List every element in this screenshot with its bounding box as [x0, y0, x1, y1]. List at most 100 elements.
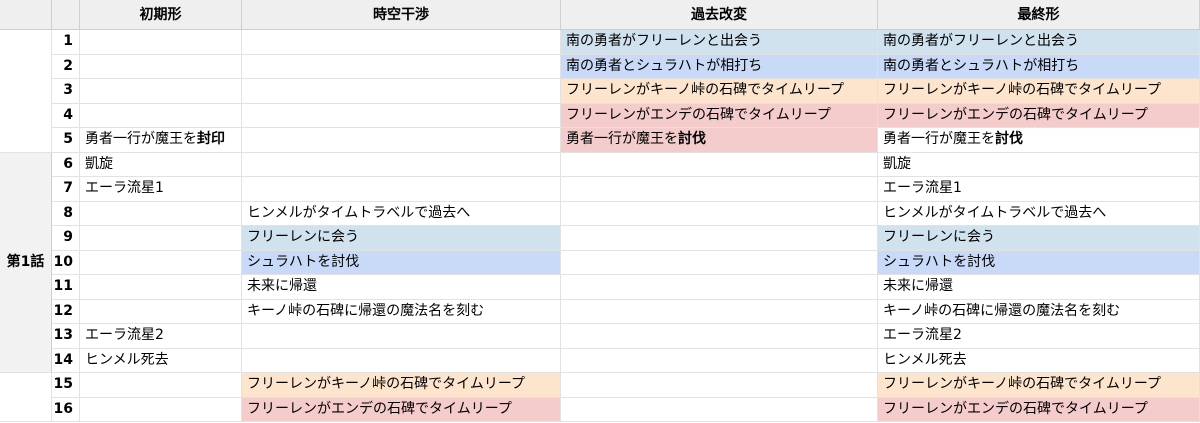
cell-text: フリーレンがキーノ峠の石碑でタイムリープ [566, 82, 845, 98]
table-cell[interactable]: エーラ流星1 [80, 177, 242, 202]
column-header[interactable]: 初期形 [80, 0, 242, 30]
cell-text: ヒンメル死去 [883, 351, 967, 368]
table-cell[interactable] [80, 30, 242, 55]
table-cell[interactable]: シュラハトを討伐 [242, 250, 561, 275]
table-cell[interactable] [561, 373, 878, 398]
table-cell[interactable]: 凱旋 [878, 152, 1200, 177]
table-cell[interactable] [561, 397, 878, 422]
row-number: 15 [52, 373, 80, 398]
column-header[interactable]: 時空干渉 [242, 0, 561, 30]
table-cell[interactable]: 南の勇者がフリーレンと出会う [878, 30, 1200, 55]
table-cell[interactable]: フリーレンがエンデの石碑でタイムリープ [878, 397, 1200, 422]
corner-header[interactable] [0, 0, 52, 30]
table-cell[interactable]: フリーレンに会う [242, 226, 561, 251]
table-cell[interactable] [561, 250, 878, 275]
table-cell[interactable] [242, 324, 561, 349]
cell-text: フリーレンに会う [883, 229, 995, 245]
table-cell[interactable] [242, 152, 561, 177]
table-cell[interactable]: 未来に帰還 [242, 275, 561, 300]
table-cell[interactable]: フリーレンがキーノ峠の石碑でタイムリープ [878, 373, 1200, 398]
row-number: 8 [52, 201, 80, 226]
table-cell[interactable]: ヒンメルがタイムトラベルで過去へ [242, 201, 561, 226]
row-number: 2 [52, 54, 80, 79]
table-cell[interactable] [242, 30, 561, 55]
table-cell[interactable]: 勇者一行が魔王を討伐 [878, 128, 1200, 153]
table-cell[interactable] [242, 103, 561, 128]
cell-text: 勇者一行が魔王を [883, 131, 995, 147]
table-cell[interactable] [80, 226, 242, 251]
table-cell[interactable]: フリーレンがエンデの石碑でタイムリープ [242, 397, 561, 422]
table-cell[interactable] [80, 103, 242, 128]
cell-bold-text: 討伐 [995, 131, 1023, 147]
table-cell[interactable] [80, 275, 242, 300]
table-cell[interactable] [80, 250, 242, 275]
table-cell[interactable]: キーノ峠の石碑に帰還の魔法名を刻む [242, 299, 561, 324]
column-header[interactable]: 最終形 [878, 0, 1200, 30]
row-number: 11 [52, 275, 80, 300]
table-cell[interactable] [561, 226, 878, 251]
row-number: 16 [52, 397, 80, 422]
cell-text: 勇者一行が魔王を [566, 131, 678, 147]
table-cell[interactable] [80, 201, 242, 226]
cell-text: フリーレンに会う [247, 229, 359, 245]
row-number: 7 [52, 177, 80, 202]
table-cell[interactable]: 勇者一行が魔王を封印 [80, 128, 242, 153]
cell-text: フリーレンがエンデの石碑でタイムリープ [247, 400, 512, 417]
table-cell[interactable]: 南の勇者とシュラハトが相打ち [878, 54, 1200, 79]
row-number: 12 [52, 299, 80, 324]
blank-cell[interactable] [0, 30, 52, 153]
table-cell[interactable]: 南の勇者がフリーレンと出会う [561, 30, 878, 55]
table-cell[interactable]: フリーレンがエンデの石碑でタイムリープ [878, 103, 1200, 128]
table-cell[interactable]: ヒンメル死去 [80, 348, 242, 373]
table-cell[interactable]: フリーレンがキーノ峠の石碑でタイムリープ [561, 79, 878, 104]
table-cell[interactable]: 未来に帰還 [878, 275, 1200, 300]
table-cell[interactable] [80, 54, 242, 79]
table-cell[interactable] [561, 299, 878, 324]
row-number-header[interactable] [52, 0, 80, 30]
row-number: 4 [52, 103, 80, 128]
table-cell[interactable] [80, 79, 242, 104]
table-cell[interactable] [561, 324, 878, 349]
cell-text: ヒンメル死去 [85, 351, 169, 368]
table-cell[interactable] [561, 177, 878, 202]
table-cell[interactable]: 勇者一行が魔王を討伐 [561, 128, 878, 153]
table-cell[interactable] [242, 79, 561, 104]
column-header[interactable]: 過去改変 [561, 0, 878, 30]
cell-text: 南の勇者がフリーレンと出会う [883, 33, 1079, 49]
table-cell[interactable] [80, 373, 242, 398]
row-number: 5 [52, 128, 80, 153]
table-cell[interactable]: フリーレンがエンデの石碑でタイムリープ [561, 103, 878, 128]
table-cell[interactable]: フリーレンがキーノ峠の石碑でタイムリープ [878, 79, 1200, 104]
cell-text: フリーレンがキーノ峠の石碑でタイムリープ [883, 82, 1162, 98]
blank-cell[interactable] [0, 373, 52, 422]
cell-text: 南の勇者とシュラハトが相打ち [566, 57, 763, 74]
table-cell[interactable] [242, 128, 561, 153]
table-cell[interactable]: エーラ流星1 [878, 177, 1200, 202]
table-cell[interactable]: エーラ流星2 [80, 324, 242, 349]
cell-text: 未来に帰還 [883, 278, 953, 294]
table-cell[interactable] [561, 152, 878, 177]
table-cell[interactable]: キーノ峠の石碑に帰還の魔法名を刻む [878, 299, 1200, 324]
table-cell[interactable] [80, 397, 242, 422]
row-number: 9 [52, 226, 80, 251]
table-cell[interactable]: ヒンメル死去 [878, 348, 1200, 373]
table-cell[interactable] [561, 201, 878, 226]
table-cell[interactable]: 南の勇者とシュラハトが相打ち [561, 54, 878, 79]
table-cell[interactable] [80, 299, 242, 324]
table-cell[interactable]: フリーレンがキーノ峠の石碑でタイムリープ [242, 373, 561, 398]
cell-text: フリーレンがキーノ峠の石碑でタイムリープ [883, 376, 1162, 392]
table-cell[interactable]: シュラハトを討伐 [878, 250, 1200, 275]
cell-bold-text: 封印 [197, 131, 225, 147]
table-cell[interactable]: ヒンメルがタイムトラベルで過去へ [878, 201, 1200, 226]
table-cell[interactable]: フリーレンに会う [878, 226, 1200, 251]
table-cell[interactable]: エーラ流星2 [878, 324, 1200, 349]
cell-text: 南の勇者がフリーレンと出会う [566, 33, 762, 49]
row-number: 1 [52, 30, 80, 55]
table-cell[interactable] [242, 54, 561, 79]
table-cell[interactable] [561, 275, 878, 300]
table-cell[interactable] [561, 348, 878, 373]
table-cell[interactable] [242, 177, 561, 202]
row-number: 10 [52, 250, 80, 275]
table-cell[interactable]: 凱旋 [80, 152, 242, 177]
table-cell[interactable] [242, 348, 561, 373]
